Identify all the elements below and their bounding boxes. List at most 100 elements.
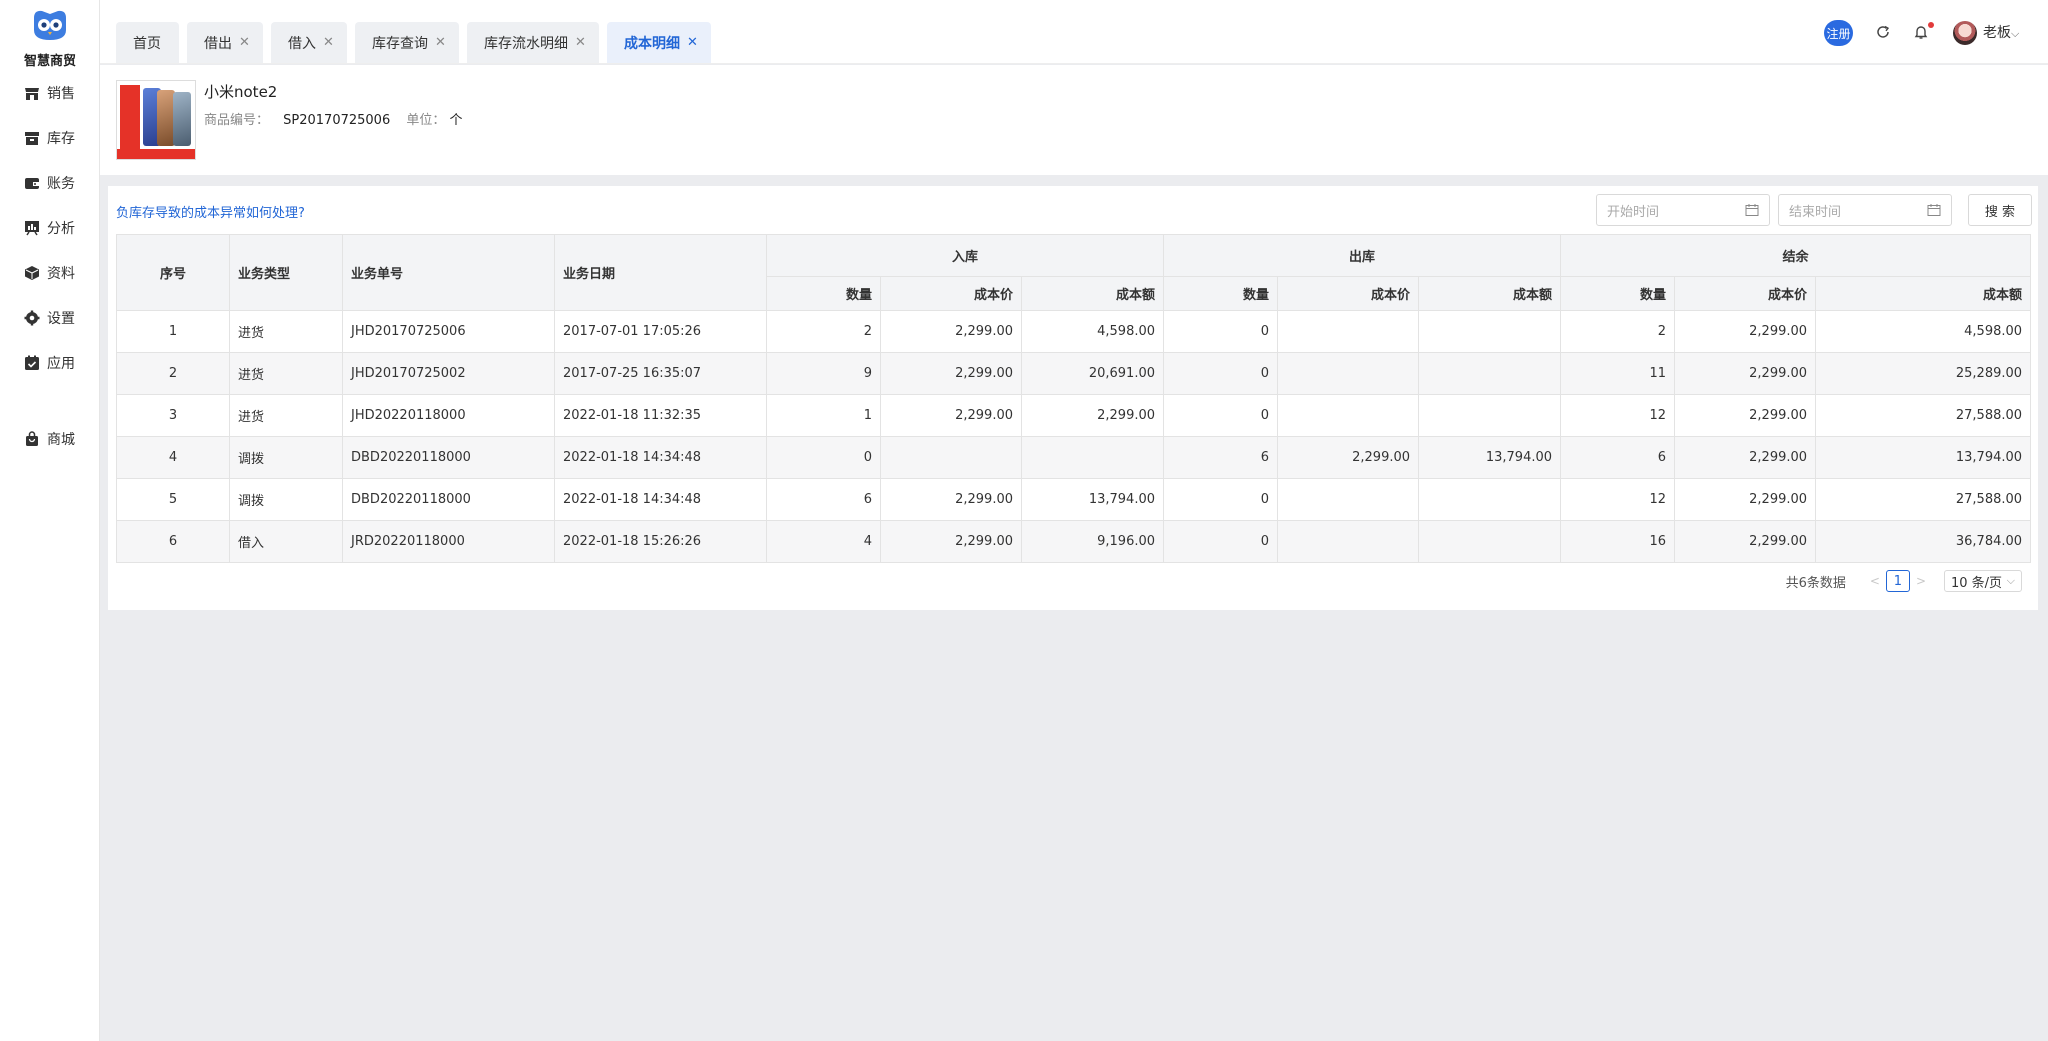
cell-date: 2022-01-18 14:34:48: [554, 478, 767, 521]
pagination-total: 共6条数据: [1785, 575, 1846, 591]
avatar[interactable]: [1953, 21, 1977, 45]
cell-out-qty: 0: [1163, 394, 1279, 437]
close-icon[interactable]: ✕: [323, 35, 334, 50]
cell-index: 2: [116, 352, 230, 395]
cell-in-qty: 2: [766, 310, 881, 353]
start-date-input[interactable]: 开始时间: [1596, 194, 1770, 226]
cell-out-amount: [1418, 352, 1562, 395]
cell-in-qty: 4: [766, 520, 881, 563]
cell-bal-amount: 27,588.00: [1815, 478, 2032, 521]
cell-bal-price: 2,299.00: [1674, 520, 1817, 563]
cell-out-qty: 0: [1163, 310, 1279, 353]
tab-inventory-flow[interactable]: 库存流水明细 ✕: [467, 22, 599, 63]
col-header-date: 业务日期: [554, 234, 767, 311]
cell-doc-no: JHD20170725006: [342, 310, 555, 353]
col-header-index: 序号: [116, 234, 230, 311]
sidebar-item-inventory[interactable]: 库存: [24, 124, 75, 152]
prev-page-icon[interactable]: <: [1870, 574, 1880, 588]
cell-type: 调拨: [229, 436, 343, 479]
cell-bal-price: 2,299.00: [1674, 352, 1817, 395]
sidebar-item-data[interactable]: 资料: [24, 259, 75, 287]
sidebar-item-accounts[interactable]: 账务: [24, 169, 75, 197]
page-number-1[interactable]: 1: [1885, 570, 1910, 592]
end-date-input[interactable]: 结束时间: [1778, 194, 1952, 226]
product-card: 小米note2 商品编号： SP20170725006 单位： 个: [100, 65, 2048, 175]
owl-logo-icon: [34, 10, 66, 40]
table-row[interactable]: 1 进货 JHD20170725006 2017-07-01 17:05:26 …: [116, 310, 2032, 353]
cell-in-amount: 4,598.00: [1020, 310, 1165, 353]
store-icon: [24, 85, 40, 101]
product-unit: 个: [449, 113, 463, 128]
cell-index: 6: [116, 520, 230, 563]
cost-detail-panel: 负库存导致的成本异常如何处理? 开始时间 结束时间 搜 索 序号 业务类型 业务…: [108, 186, 2038, 610]
logo[interactable]: 智慧商贸: [0, 8, 100, 69]
sidebar-item-sales[interactable]: 销售: [24, 79, 75, 107]
tab-inventory-query[interactable]: 库存查询 ✕: [355, 22, 459, 63]
tab-lend-out[interactable]: 借出 ✕: [187, 22, 263, 63]
tab-label: 成本明细: [624, 35, 680, 52]
sidebar: 智慧商贸 销售 库存 账务 分析 资料 设置 应用 商城: [0, 0, 100, 1041]
product-name: 小米note2: [204, 83, 278, 101]
calendar-app-icon: [24, 355, 40, 371]
product-code: SP20170725006: [283, 113, 391, 128]
sidebar-item-mall[interactable]: 商城: [24, 425, 75, 453]
cell-bal-amount: 4,598.00: [1815, 310, 2032, 353]
cell-index: 4: [116, 436, 230, 479]
cell-in-amount: 2,299.00: [1020, 394, 1165, 437]
sidebar-item-label: 资料: [47, 266, 75, 282]
cell-bal-amount: 36,784.00: [1815, 520, 2032, 563]
notification-dot: [1928, 22, 1934, 28]
cell-bal-price: 2,299.00: [1674, 394, 1817, 437]
cell-out-price: 2,299.00: [1277, 436, 1420, 479]
table-row[interactable]: 6 借入 JRD20220118000 2022-01-18 15:26:26 …: [116, 520, 2032, 563]
cell-out-qty: 0: [1163, 520, 1279, 563]
table-row[interactable]: 2 进货 JHD20170725002 2017-07-25 16:35:07 …: [116, 352, 2032, 395]
close-icon[interactable]: ✕: [239, 35, 250, 50]
col-header-bal-price: 成本价: [1674, 276, 1817, 311]
help-link[interactable]: 负库存导致的成本异常如何处理?: [116, 202, 305, 221]
cell-bal-amount: 25,289.00: [1815, 352, 2032, 395]
table-row[interactable]: 3 进货 JHD20220118000 2022-01-18 11:32:35 …: [116, 394, 2032, 437]
table-row[interactable]: 5 调拨 DBD20220118000 2022-01-18 14:34:48 …: [116, 478, 2032, 521]
sidebar-item-analysis[interactable]: 分析: [24, 214, 75, 242]
cell-in-amount: 20,691.00: [1020, 352, 1165, 395]
tab-cost-detail[interactable]: 成本明细 ✕: [607, 22, 711, 63]
refresh-icon[interactable]: [1873, 22, 1893, 42]
sidebar-item-apps[interactable]: 应用: [24, 349, 75, 377]
register-badge[interactable]: 注册: [1824, 20, 1853, 46]
tab-borrow-in[interactable]: 借入 ✕: [271, 22, 347, 63]
col-header-out-amount: 成本额: [1418, 276, 1562, 311]
page-size-select[interactable]: 10 条/页 ⌵: [1944, 570, 2022, 592]
close-icon[interactable]: ✕: [575, 35, 586, 50]
table-row[interactable]: 4 调拨 DBD20220118000 2022-01-18 14:34:48 …: [116, 436, 2032, 479]
tab-label: 首页: [133, 35, 161, 52]
next-page-icon[interactable]: >: [1916, 574, 1926, 588]
col-header-bal-qty: 数量: [1560, 276, 1676, 311]
search-button[interactable]: 搜 索: [1968, 194, 2032, 226]
cost-detail-table: 序号 业务类型 业务单号 业务日期 入库 出库 结余 数量 成本价 成本额 数量…: [116, 234, 2032, 563]
cell-out-price: [1277, 520, 1420, 563]
cell-doc-no: DBD20220118000: [342, 436, 555, 479]
product-image: [116, 80, 196, 160]
calendar-icon: [1927, 204, 1941, 216]
tab-home[interactable]: 首页: [116, 22, 179, 63]
start-date-placeholder: 开始时间: [1607, 204, 1660, 220]
cell-in-price: 2,299.00: [880, 394, 1022, 437]
col-group-balance: 结余: [1560, 234, 2032, 277]
col-group-out: 出库: [1163, 234, 1562, 277]
cell-bal-qty: 12: [1560, 478, 1676, 521]
sidebar-item-label: 分析: [47, 221, 75, 237]
cell-bal-qty: 16: [1560, 520, 1676, 563]
cell-bal-amount: 13,794.00: [1815, 436, 2032, 479]
user-menu[interactable]: 老板⌵: [1983, 22, 2019, 42]
close-icon[interactable]: ✕: [435, 35, 446, 50]
close-icon[interactable]: ✕: [687, 35, 698, 50]
box-icon: [24, 130, 40, 146]
calendar-icon: [1745, 204, 1759, 216]
sidebar-item-settings[interactable]: 设置: [24, 304, 75, 332]
sidebar-item-label: 商城: [47, 432, 75, 448]
cell-in-price: 2,299.00: [880, 352, 1022, 395]
col-group-in: 入库: [765, 234, 1165, 277]
cell-out-price: [1277, 310, 1420, 353]
cell-out-qty: 0: [1163, 352, 1279, 395]
